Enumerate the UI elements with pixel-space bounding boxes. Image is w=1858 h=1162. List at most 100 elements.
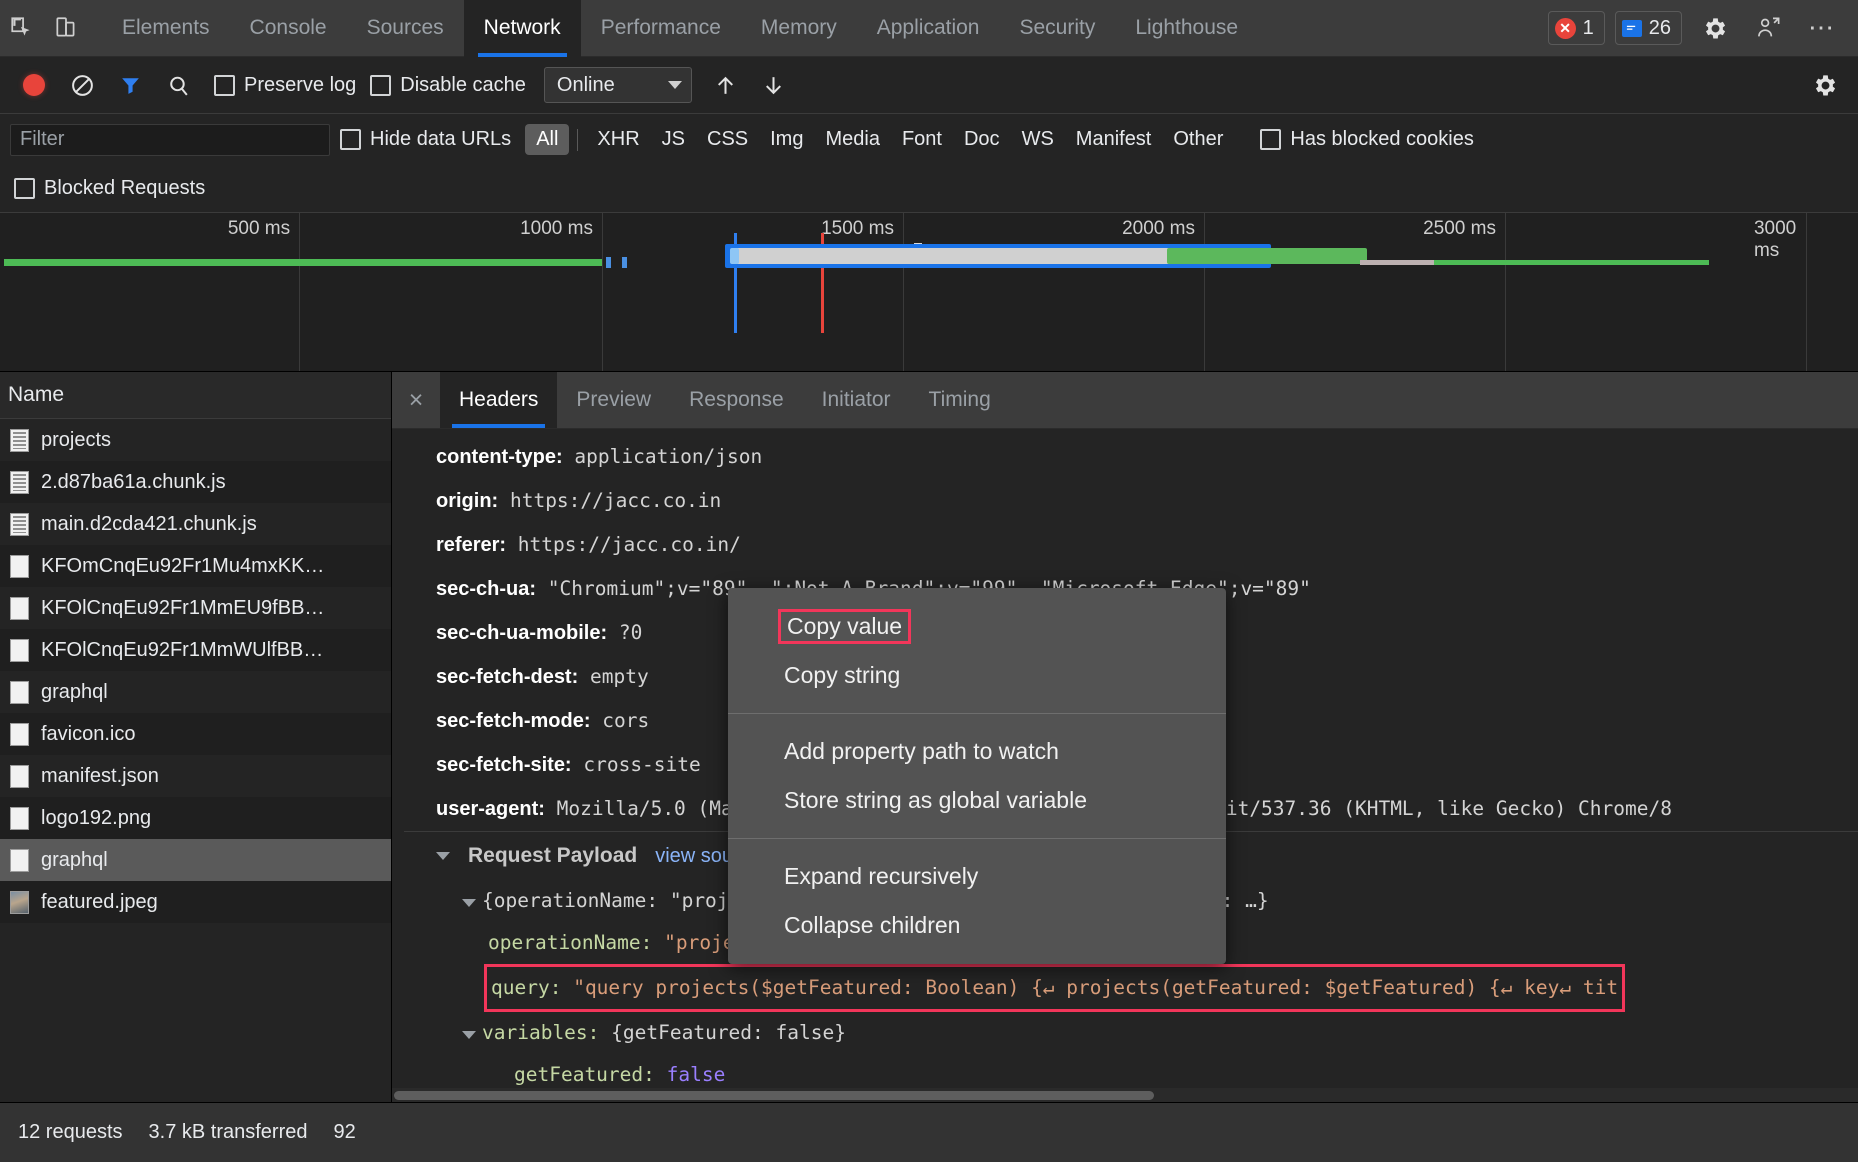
preserve-log-checkbox[interactable]: Preserve log bbox=[214, 74, 356, 97]
resource-type-filters: All XHR JS CSS Img Media Font Doc WS Man… bbox=[525, 124, 1234, 155]
context-menu-item-store-global[interactable]: Store string as global variable bbox=[728, 776, 1226, 825]
chevron-down-icon[interactable] bbox=[436, 852, 450, 860]
request-row-favicon[interactable]: favicon.ico bbox=[0, 713, 391, 755]
filter-type-ws[interactable]: WS bbox=[1011, 124, 1065, 155]
close-icon[interactable]: × bbox=[392, 372, 440, 428]
tab-console[interactable]: Console bbox=[230, 0, 347, 57]
filter-type-xhr[interactable]: XHR bbox=[586, 124, 650, 155]
has-blocked-cookies-checkbox[interactable]: Has blocked cookies bbox=[1260, 128, 1473, 151]
import-har-icon[interactable] bbox=[704, 63, 748, 107]
details-horizontal-scroll-thumb[interactable] bbox=[394, 1091, 1154, 1100]
throttle-select[interactable]: Online bbox=[544, 67, 692, 103]
filter-type-manifest[interactable]: Manifest bbox=[1065, 124, 1163, 155]
user-avatar-icon[interactable] bbox=[1746, 6, 1790, 50]
filter-type-font[interactable]: Font bbox=[891, 124, 953, 155]
search-icon[interactable] bbox=[156, 63, 200, 107]
request-row-chunk-main[interactable]: main.d2cda421.chunk.js bbox=[0, 503, 391, 545]
request-row-font-3[interactable]: KFOlCnqEu92Fr1MmWUlfBB… bbox=[0, 629, 391, 671]
gear-icon[interactable] bbox=[1692, 6, 1736, 50]
blocked-requests-checkbox[interactable]: Blocked Requests bbox=[14, 177, 205, 200]
tab-memory-label: Memory bbox=[761, 16, 837, 40]
tab-elements[interactable]: Elements bbox=[102, 0, 230, 57]
filter-type-img[interactable]: Img bbox=[759, 124, 814, 155]
inspect-element-icon[interactable] bbox=[0, 6, 44, 50]
request-row-manifest[interactable]: manifest.json bbox=[0, 755, 391, 797]
tab-initiator[interactable]: Initiator bbox=[803, 372, 910, 428]
overview-tick-2000: 2000 ms bbox=[1122, 218, 1204, 240]
network-settings-gear-icon[interactable] bbox=[1802, 63, 1846, 107]
filter-type-other[interactable]: Other bbox=[1162, 124, 1234, 155]
network-overview-timeline[interactable]: 500 ms 1000 ms 1500 ms 2000 ms 2500 ms 3… bbox=[0, 212, 1858, 372]
request-row-featured-jpeg[interactable]: featured.jpeg bbox=[0, 881, 391, 923]
filter-type-doc[interactable]: Doc bbox=[953, 124, 1011, 155]
blocked-requests-row: Blocked Requests bbox=[0, 165, 1858, 212]
tab-network[interactable]: Network bbox=[464, 0, 581, 57]
record-icon[interactable] bbox=[12, 63, 56, 107]
has-blocked-cookies-checkbox-box[interactable] bbox=[1260, 129, 1281, 150]
tab-performance[interactable]: Performance bbox=[581, 0, 741, 57]
file-icon bbox=[10, 723, 29, 746]
status-transferred: 3.7 kB transferred bbox=[149, 1121, 308, 1144]
details-horizontal-scrollbar[interactable] bbox=[392, 1088, 1858, 1102]
request-row-graphql-1[interactable]: graphql bbox=[0, 671, 391, 713]
ellipsis-icon[interactable]: ⋯ bbox=[1800, 20, 1844, 36]
tab-application[interactable]: Application bbox=[857, 0, 1000, 57]
funnel-icon[interactable] bbox=[108, 63, 152, 107]
overview-tick-2500: 2500 ms bbox=[1423, 218, 1505, 240]
request-row-logo192[interactable]: logo192.png bbox=[0, 797, 391, 839]
filter-input-wrapper[interactable] bbox=[10, 124, 330, 156]
tab-sources-label: Sources bbox=[367, 16, 444, 40]
hide-data-urls-checkbox-box[interactable] bbox=[340, 129, 361, 150]
context-menu-item-copy-value[interactable]: Copy value bbox=[728, 602, 1226, 651]
tab-timing[interactable]: Timing bbox=[910, 372, 1010, 428]
filter-type-js[interactable]: JS bbox=[651, 124, 696, 155]
disable-cache-checkbox[interactable]: Disable cache bbox=[370, 74, 526, 97]
tab-lighthouse-label: Lighthouse bbox=[1135, 16, 1238, 40]
export-har-icon[interactable] bbox=[752, 63, 796, 107]
overview-bar-tail-green bbox=[1434, 260, 1709, 265]
tab-network-label: Network bbox=[484, 16, 561, 40]
file-icon bbox=[10, 681, 29, 704]
request-row-graphql-2[interactable]: graphql bbox=[0, 839, 391, 881]
tab-console-label: Console bbox=[250, 16, 327, 40]
device-toolbar-icon[interactable] bbox=[44, 6, 88, 50]
copy-value-highlight-box: Copy value bbox=[778, 609, 911, 644]
hide-data-urls-checkbox[interactable]: Hide data URLs bbox=[340, 128, 511, 151]
tab-preview[interactable]: Preview bbox=[557, 372, 670, 428]
context-menu-item-copy-string[interactable]: Copy string bbox=[728, 651, 1226, 700]
context-menu-separator bbox=[728, 838, 1226, 839]
clear-icon[interactable] bbox=[60, 63, 104, 107]
preserve-log-checkbox-box[interactable] bbox=[214, 75, 235, 96]
filter-input[interactable] bbox=[20, 128, 320, 151]
disable-cache-checkbox-box[interactable] bbox=[370, 75, 391, 96]
request-row-chunk-2[interactable]: 2.d87ba61a.chunk.js bbox=[0, 461, 391, 503]
error-count-badge[interactable]: ✕ 1 bbox=[1548, 11, 1605, 45]
chevron-down-icon[interactable] bbox=[462, 1031, 476, 1039]
filter-type-media[interactable]: Media bbox=[814, 124, 890, 155]
tab-headers[interactable]: Headers bbox=[440, 372, 557, 428]
tab-security[interactable]: Security bbox=[999, 0, 1115, 57]
warning-count-badge[interactable]: 26 bbox=[1615, 11, 1682, 45]
filter-type-css[interactable]: CSS bbox=[696, 124, 759, 155]
chevron-down-icon[interactable] bbox=[462, 899, 476, 907]
request-row-projects[interactable]: projects bbox=[0, 419, 391, 461]
blocked-requests-checkbox-box[interactable] bbox=[14, 178, 35, 199]
context-menu-item-collapse-children[interactable]: Collapse children bbox=[728, 901, 1226, 950]
request-row-font-1[interactable]: KFOmCnqEu92Fr1Mu4mxKK… bbox=[0, 545, 391, 587]
request-list-column-header[interactable]: Name bbox=[0, 372, 391, 419]
filter-separator bbox=[577, 129, 578, 151]
filter-type-all[interactable]: All bbox=[525, 124, 569, 155]
request-row-font-2[interactable]: KFOlCnqEu92Fr1MmEU9fBB… bbox=[0, 587, 391, 629]
payload-query-line[interactable]: query: "query projects($getFeatured: Boo… bbox=[436, 964, 1858, 1012]
tab-response[interactable]: Response bbox=[670, 372, 803, 428]
context-menu-item-expand-recursively[interactable]: Expand recursively bbox=[728, 852, 1226, 901]
document-icon bbox=[10, 471, 29, 494]
context-menu-item-add-property-path[interactable]: Add property path to watch bbox=[728, 727, 1226, 776]
details-tab-bar: × Headers Preview Response Initiator Tim… bbox=[392, 372, 1858, 429]
request-list[interactable]: projects 2.d87ba61a.chunk.js main.d2cda4… bbox=[0, 419, 391, 1102]
payload-variables-line[interactable]: variables: {getFeatured: false} bbox=[436, 1012, 1858, 1054]
tab-sources[interactable]: Sources bbox=[347, 0, 464, 57]
tab-lighthouse[interactable]: Lighthouse bbox=[1115, 0, 1258, 57]
tab-memory[interactable]: Memory bbox=[741, 0, 857, 57]
devtools-window: Elements Console Sources Network Perform… bbox=[0, 0, 1858, 1162]
